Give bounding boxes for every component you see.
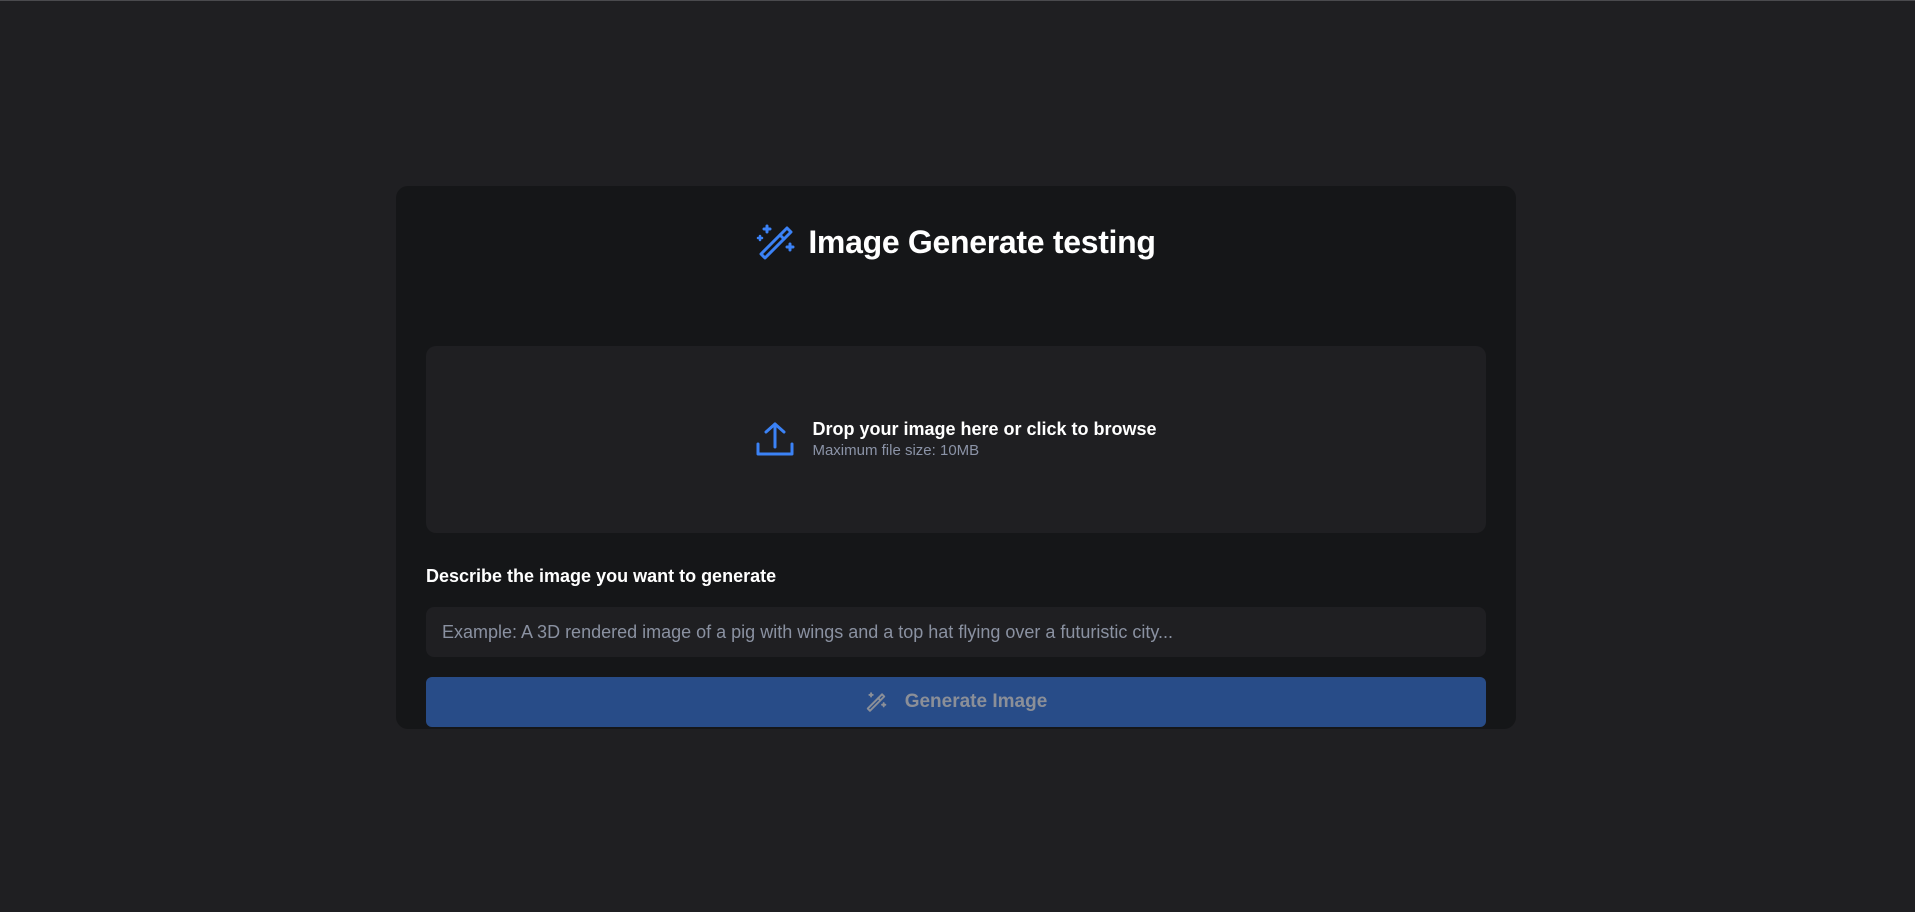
- dropzone-text: Drop your image here or click to browse …: [812, 418, 1156, 461]
- magic-wand-icon: [865, 691, 887, 713]
- image-generator-card: Image Generate testing Drop your image h…: [396, 186, 1516, 729]
- dropzone-subtitle: Maximum file size: 10MB: [812, 442, 980, 459]
- upload-icon: [755, 420, 795, 460]
- generate-button-label: Generate Image: [904, 691, 1048, 712]
- prompt-label: Describe the image you want to generate: [426, 566, 777, 586]
- page-title: Image Generate testing: [808, 223, 1156, 260]
- magic-wand-icon: [756, 222, 796, 262]
- generate-image-button[interactable]: Generate Image: [426, 677, 1486, 727]
- page-header: Image Generate testing: [426, 216, 1486, 268]
- prompt-input[interactable]: [426, 607, 1486, 657]
- image-dropzone[interactable]: Drop your image here or click to browse …: [426, 346, 1486, 533]
- dropzone-title: Drop your image here or click to browse: [812, 419, 1157, 439]
